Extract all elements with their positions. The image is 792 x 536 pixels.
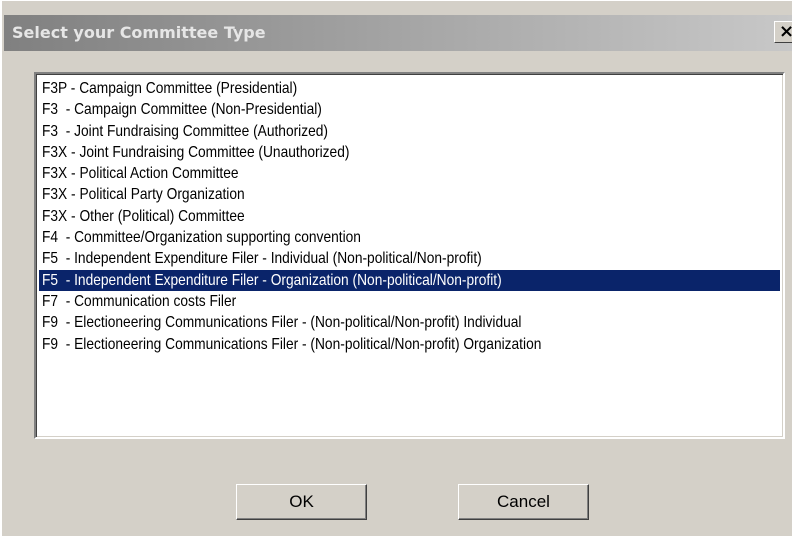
list-item-text: F3 - Joint Fundraising Committee (Author…: [42, 122, 329, 140]
list-item[interactable]: F3 - Campaign Committee (Non-Presidentia…: [39, 99, 780, 120]
list-item-text: F7 - Communication costs Filer: [42, 292, 237, 310]
dialog-window: Select your Committee Type × F3P - Campa…: [0, 0, 792, 536]
list-item[interactable]: F9 - Electioneering Communications Filer…: [39, 334, 780, 355]
list-item-text: F9 - Electioneering Communications Filer…: [42, 335, 542, 353]
list-item-text: F5 - Independent Expenditure Filer - Ind…: [42, 250, 482, 268]
list-item[interactable]: F3P - Campaign Committee (Presidential): [39, 78, 780, 99]
ok-button[interactable]: OK: [236, 484, 367, 520]
list-item[interactable]: F4 - Committee/Organization supporting c…: [39, 227, 780, 248]
dialog-title: Select your Committee Type: [12, 23, 266, 42]
list-item[interactable]: F5 - Independent Expenditure Filer - Ind…: [39, 248, 780, 269]
list-item[interactable]: F3X - Political Party Organization: [39, 184, 780, 205]
list-item-text: F3P - Campaign Committee (Presidential): [42, 80, 298, 97]
list-item-text: F4 - Committee/Organization supporting c…: [42, 229, 361, 247]
title-bar[interactable]: Select your Committee Type ×: [4, 15, 792, 51]
list-item-selected[interactable]: F5 - Independent Expenditure Filer - Org…: [39, 269, 780, 291]
list-item-text: F9 - Electioneering Communications Filer…: [42, 314, 522, 332]
close-icon[interactable]: ×: [774, 21, 792, 43]
list-item[interactable]: F3X - Political Action Committee: [39, 163, 780, 184]
list-item-text: F3X - Political Party Organization: [42, 186, 245, 204]
list-item[interactable]: F3 - Joint Fundraising Committee (Author…: [39, 121, 780, 142]
list-item-text: F3X - Joint Fundraising Committee (Unaut…: [42, 143, 350, 161]
list-item-text: F3 - Campaign Committee (Non-Presidentia…: [42, 101, 322, 119]
list-item[interactable]: F3X - Joint Fundraising Committee (Unaut…: [39, 142, 780, 163]
list-item-text: F5 - Independent Expenditure Filer - Org…: [42, 271, 502, 289]
list-item[interactable]: F7 - Communication costs Filer: [39, 291, 780, 312]
list-item-text: F3X - Political Action Committee: [42, 165, 239, 183]
list-item[interactable]: F3X - Other (Political) Committee: [39, 206, 780, 227]
committee-type-listbox[interactable]: F3P - Campaign Committee (Presidential) …: [34, 72, 785, 439]
cancel-button[interactable]: Cancel: [458, 484, 589, 520]
list-item-text: F3X - Other (Political) Committee: [42, 207, 245, 225]
list-item[interactable]: F9 - Electioneering Communications Filer…: [39, 312, 780, 333]
committee-type-list: F3P - Campaign Committee (Presidential) …: [39, 78, 783, 355]
